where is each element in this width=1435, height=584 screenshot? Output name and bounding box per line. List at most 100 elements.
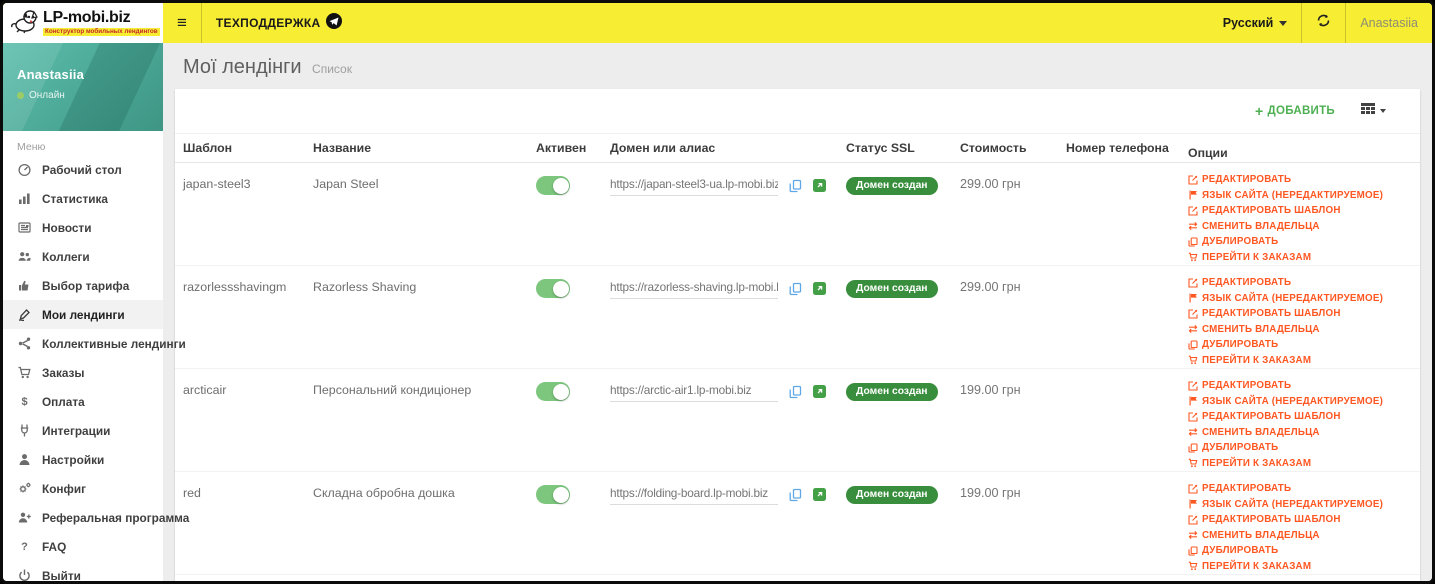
column-header-ssl: Статус SSL — [846, 141, 915, 155]
logo-subtitle: Конструктор мобильных лендингов — [43, 27, 160, 37]
sidebar-item-desktop[interactable]: Рабочий стол — [3, 155, 163, 184]
option-duplicate[interactable]: ДУБЛИРОВАТЬ — [1188, 337, 1412, 353]
refresh-button[interactable] — [1302, 3, 1345, 43]
option-change-owner[interactable]: СМЕНИТЬ ВЛАДЕЛЬЦА — [1188, 425, 1412, 441]
table-row: red Складна обробна дошка Домен создан 1… — [175, 472, 1420, 575]
language-selector[interactable]: Русский — [1209, 3, 1302, 43]
sidebar-item-config[interactable]: Конфиг — [3, 474, 163, 503]
copy-icon[interactable] — [789, 385, 802, 399]
ssl-status-badge: Домен создан — [846, 280, 938, 298]
sidebar-item-referral[interactable]: Реферальная программа — [3, 503, 189, 532]
copy-icon[interactable] — [789, 488, 802, 502]
flag-icon — [1189, 293, 1197, 303]
cart-icon — [1188, 561, 1198, 571]
option-go-to-orders[interactable]: ПЕРЕЙТИ К ЗАКАЗАМ — [1188, 353, 1412, 369]
sidebar-item-colleagues[interactable]: Коллеги — [3, 242, 163, 271]
domain-input[interactable] — [610, 484, 778, 505]
column-header-active: Активен — [536, 141, 587, 155]
table-body: japan-steel3 Japan Steel Домен создан 29… — [175, 163, 1420, 581]
option-duplicate[interactable]: ДУБЛИРОВАТЬ — [1188, 543, 1412, 559]
option-go-to-orders[interactable]: ПЕРЕЙТИ К ЗАКАЗАМ — [1188, 250, 1412, 266]
option-edit-template[interactable]: РЕДАКТИРОВАТЬ ШАБЛОН — [1188, 306, 1412, 322]
sidebar-item-statistics[interactable]: Статистика — [3, 184, 163, 213]
option-duplicate[interactable]: ДУБЛИРОВАТЬ — [1188, 234, 1412, 250]
sidebar-item-faq[interactable]: ? FAQ — [3, 532, 163, 561]
exchange-icon — [1188, 325, 1198, 334]
price-value: 199.00 грн — [960, 383, 1021, 397]
copy-icon[interactable] — [789, 179, 802, 193]
option-change-owner[interactable]: СМЕНИТЬ ВЛАДЕЛЬЦА — [1188, 322, 1412, 338]
column-header-phone: Номер телефона — [1066, 141, 1169, 155]
flag-icon — [1189, 190, 1197, 200]
option-change-owner[interactable]: СМЕНИТЬ ВЛАДЕЛЬЦА — [1188, 528, 1412, 544]
ssl-status-badge: Домен создан — [846, 486, 938, 504]
option-duplicate[interactable]: ДУБЛИРОВАТЬ — [1188, 440, 1412, 456]
column-header-template: Шаблон — [183, 141, 233, 155]
price-value: 299.00 грн — [960, 280, 1021, 294]
option-edit[interactable]: РЕДАКТИРОВАТЬ — [1188, 481, 1412, 497]
active-toggle[interactable] — [536, 485, 570, 504]
logo-title: LP-mobi.biz — [43, 8, 131, 26]
view-toggle-dropdown[interactable] — [1361, 102, 1386, 120]
sidebar-item-logout[interactable]: Выйти — [3, 561, 163, 581]
sidebar-user-name: Anastasiia — [17, 67, 85, 82]
toggle-knob — [552, 486, 569, 503]
add-button[interactable]: + ДОБАВИТЬ — [1255, 103, 1335, 119]
column-header-name: Название — [313, 141, 372, 155]
sidebar: Anastasiia Онлайн Меню Рабочий стол Стат… — [3, 43, 189, 581]
logo-dog-icon — [9, 8, 39, 39]
logo[interactable]: LP-mobi.biz Конструктор мобильных лендин… — [3, 3, 163, 43]
column-header-domain: Домен или алиас — [610, 141, 716, 155]
sidebar-item-settings[interactable]: Настройки — [3, 445, 163, 474]
option-site-language[interactable]: ЯЗЫК САЙТА (НЕРЕДАКТИРУЕМОЕ) — [1188, 497, 1412, 513]
sidebar-item-news[interactable]: Новости — [3, 213, 163, 242]
news-icon — [17, 220, 32, 235]
option-edit-template[interactable]: РЕДАКТИРОВАТЬ ШАБЛОН — [1188, 409, 1412, 425]
topbar-right: Русский Anastasiia — [1209, 3, 1432, 43]
external-link-icon[interactable] — [813, 179, 826, 192]
option-site-language[interactable]: ЯЗЫК САЙТА (НЕРЕДАКТИРУЕМОЕ) — [1188, 291, 1412, 307]
landing-name: Персональний кондиціонер — [313, 383, 472, 397]
exchange-icon — [1188, 428, 1198, 437]
sidebar-item-collective-landings[interactable]: Коллективные лендинги — [3, 329, 186, 358]
option-go-to-orders[interactable]: ПЕРЕЙТИ К ЗАКАЗАМ — [1188, 559, 1412, 575]
template-code: razorlessshavingm — [183, 280, 287, 294]
option-site-language[interactable]: ЯЗЫК САЙТА (НЕРЕДАКТИРУЕМОЕ) — [1188, 394, 1412, 410]
sidebar-item-tariff[interactable]: Выбор тарифа — [3, 271, 163, 300]
option-go-to-orders[interactable]: ПЕРЕЙТИ К ЗАКАЗАМ — [1188, 456, 1412, 472]
active-toggle[interactable] — [536, 176, 570, 195]
option-edit[interactable]: РЕДАКТИРОВАТЬ — [1188, 378, 1412, 394]
external-link-icon[interactable] — [813, 385, 826, 398]
option-edit[interactable]: РЕДАКТИРОВАТЬ — [1188, 275, 1412, 291]
flag-icon — [1189, 396, 1197, 406]
online-label: Онлайн — [29, 90, 65, 101]
support-button[interactable]: ТЕХПОДДЕРЖКА — [202, 3, 357, 43]
sidebar-item-my-landings[interactable]: Мои лендинги — [3, 300, 163, 329]
domain-input[interactable] — [610, 175, 778, 196]
row-options: РЕДАКТИРОВАТЬ ЯЗЫК САЙТА (НЕРЕДАКТИРУЕМО… — [1180, 369, 1420, 471]
thumbs-up-icon — [17, 278, 32, 293]
row-options: РЕДАКТИРОВАТЬ ЯЗЫК САЙТА (НЕРЕДАКТИРУЕМО… — [1180, 266, 1420, 368]
sidebar-item-payment[interactable]: $ Оплата — [3, 387, 163, 416]
sidebar-item-orders[interactable]: Заказы — [3, 358, 163, 387]
hamburger-button[interactable]: ≡ — [163, 3, 201, 43]
edit-icon — [1188, 278, 1198, 288]
refresh-icon — [1316, 13, 1331, 33]
option-edit-template[interactable]: РЕДАКТИРОВАТЬ ШАБЛОН — [1188, 203, 1412, 219]
option-site-language[interactable]: ЯЗЫК САЙТА (НЕРЕДАКТИРУЕМОЕ) — [1188, 188, 1412, 204]
active-toggle[interactable] — [536, 279, 570, 298]
active-toggle[interactable] — [536, 382, 570, 401]
sidebar-item-integrations[interactable]: Интеграции — [3, 416, 163, 445]
domain-input[interactable] — [610, 278, 778, 299]
external-link-icon[interactable] — [813, 488, 826, 501]
option-change-owner[interactable]: СМЕНИТЬ ВЛАДЕЛЬЦА — [1188, 219, 1412, 235]
user-plus-icon — [17, 510, 32, 525]
external-link-icon[interactable] — [813, 282, 826, 295]
domain-input[interactable] — [610, 381, 778, 402]
option-edit[interactable]: РЕДАКТИРОВАТЬ — [1188, 172, 1412, 188]
copy-icon[interactable] — [789, 282, 802, 296]
account-button[interactable]: Anastasiia — [1346, 3, 1432, 43]
table-row: razorlessshavingm Razorless Shaving Доме… — [175, 266, 1420, 369]
option-edit-template[interactable]: РЕДАКТИРОВАТЬ ШАБЛОН — [1188, 512, 1412, 528]
ssl-status-badge: Домен создан — [846, 177, 938, 195]
